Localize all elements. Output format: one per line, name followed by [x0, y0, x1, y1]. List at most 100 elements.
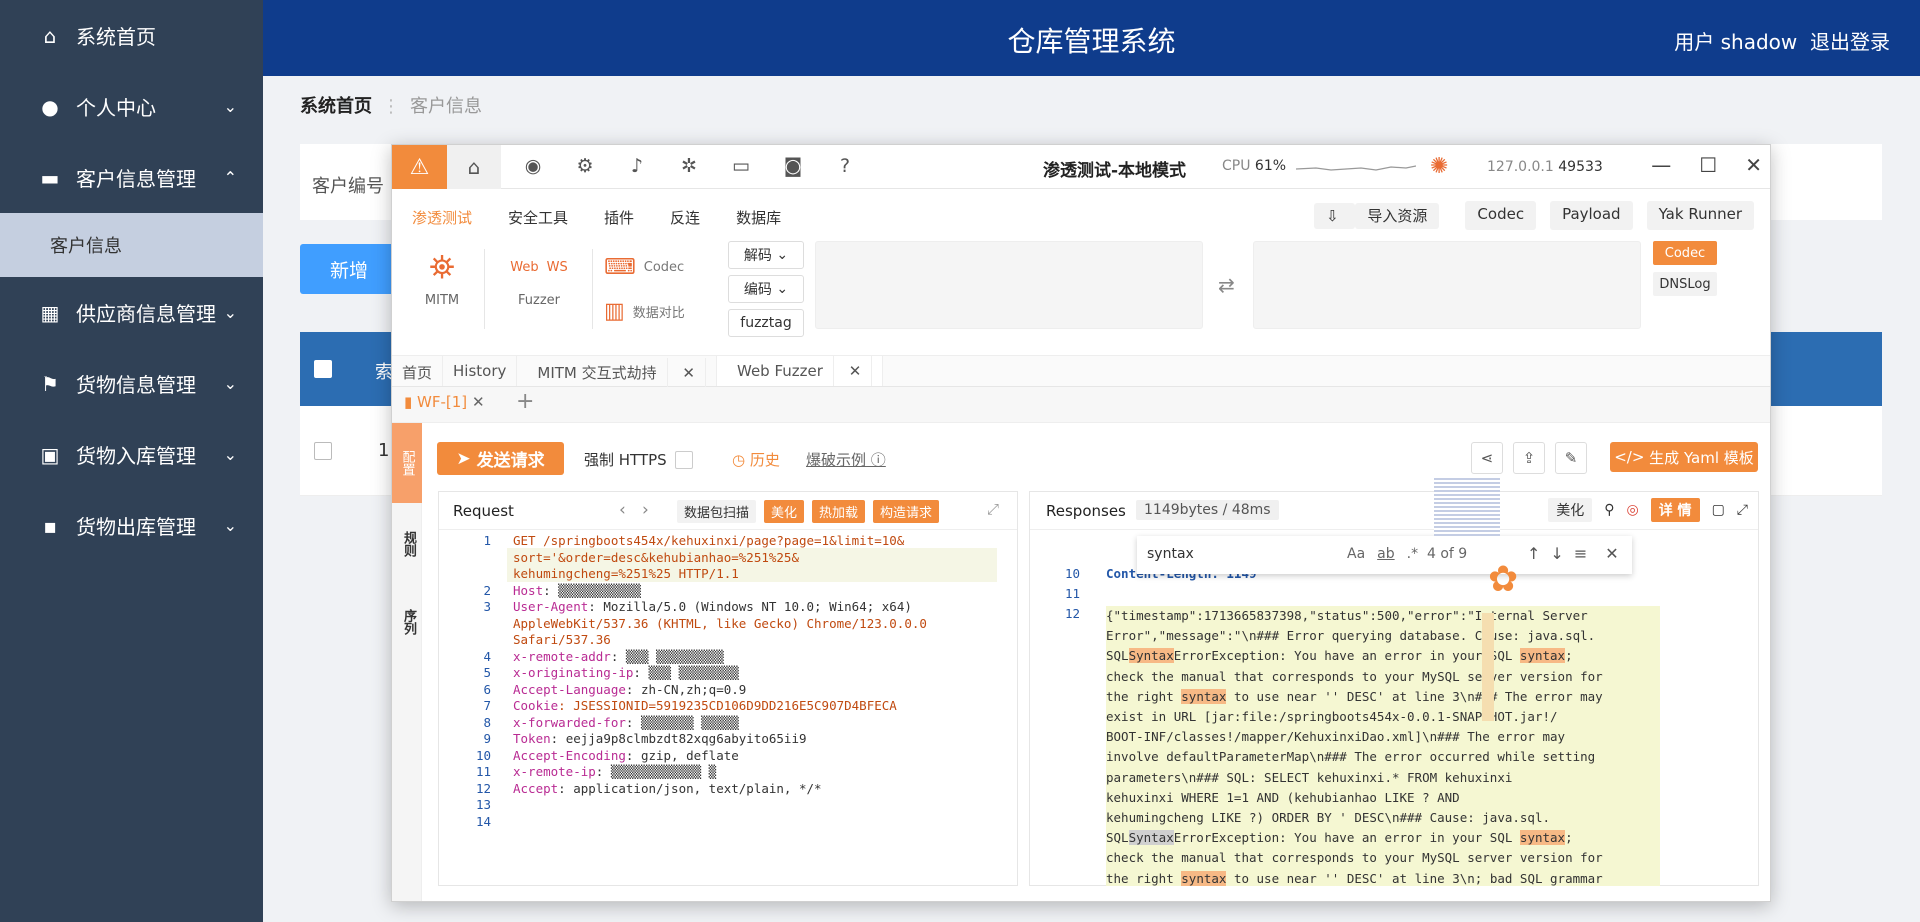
import-icon: ⇩	[1314, 203, 1356, 229]
tab-home[interactable]: 首页	[392, 356, 444, 386]
payload-button[interactable]: Payload	[1550, 201, 1633, 230]
warning-icon[interactable]: ⚠	[392, 145, 447, 189]
engine-icon[interactable]: ✺	[1430, 154, 1448, 179]
rules-tab[interactable]: 规则	[399, 531, 418, 557]
fullscreen-icon[interactable]: ⤢	[987, 500, 999, 518]
sidebar-item-profile[interactable]: ● 个人中心 ⌄	[0, 71, 263, 142]
generate-yaml-button[interactable]: </> 生成 Yaml 模板	[1610, 442, 1758, 472]
match-case-toggle[interactable]: Aa	[1347, 546, 1365, 562]
menu-database[interactable]: 数据库	[736, 207, 781, 228]
sidebar-item-home[interactable]: ⌂ 系统首页	[0, 0, 263, 71]
codec-tag[interactable]: Codec	[1653, 241, 1717, 265]
beautify-button[interactable]: 美化	[764, 500, 805, 523]
close-icon[interactable]: ✕	[1745, 153, 1762, 177]
fullscreen-icon[interactable]: ⤢	[1737, 502, 1748, 518]
sidebar-item-outbound[interactable]: ▪ 货物出库管理 ⌄	[0, 490, 263, 561]
close-icon[interactable]: ✕	[1605, 544, 1618, 563]
beautify-button[interactable]: 美化	[1548, 498, 1593, 522]
close-icon[interactable]: ✕	[672, 358, 706, 388]
request-line: x-forwarded-for: ▒▒▒▒▒▒▒ ▒▒▒▒▒	[513, 714, 739, 730]
new-button[interactable]: 新增	[300, 244, 398, 294]
sidebar-item-customer-mgmt[interactable]: ▬ 客户信息管理 ⌃	[0, 142, 263, 213]
share-icon[interactable]: ⋖	[1471, 442, 1503, 474]
maximize-icon[interactable]: ☐	[1699, 153, 1717, 177]
menu-reverse[interactable]: 反连	[670, 207, 700, 228]
history-button[interactable]: ◷ 历史	[732, 449, 780, 470]
help-icon[interactable]: ?	[830, 155, 860, 177]
codec-tool[interactable]: ⌨ Codec	[604, 255, 684, 280]
build-request-button[interactable]: 构造请求	[873, 500, 940, 523]
camera-icon[interactable]: ◙	[778, 155, 808, 177]
menu-security-tools[interactable]: 安全工具	[508, 207, 568, 228]
mascot-icon: ✿	[1488, 559, 1519, 600]
compare-tool[interactable]: ▥ 数据对比	[604, 299, 685, 324]
swap-icon[interactable]: ⇄	[1218, 273, 1235, 297]
import-resource-button[interactable]: ⇩ 导入资源	[1302, 201, 1451, 230]
terminal-icon[interactable]: ▭	[726, 155, 756, 177]
close-icon[interactable]: ✕	[472, 393, 485, 411]
close-icon[interactable]: ✕	[838, 356, 873, 386]
find-input[interactable]: syntax	[1147, 546, 1194, 562]
sidebar-subitem-customer[interactable]: 客户信息	[0, 213, 263, 277]
request-editor[interactable]: 1 GET /springboots454x/kehuxinxi/page?pag…	[439, 530, 1019, 887]
comment-icon[interactable]: ▢	[1712, 502, 1725, 518]
codec-button[interactable]: Codec	[1465, 201, 1537, 230]
tab-history[interactable]: History	[443, 356, 518, 386]
detail-button[interactable]: 详 情	[1650, 498, 1700, 522]
brute-demo-link[interactable]: 爆破示例 ⓘ	[806, 449, 886, 470]
force-https-checkbox[interactable]	[674, 450, 693, 469]
add-tab-icon[interactable]: +	[516, 389, 534, 414]
minimap[interactable]	[1434, 478, 1500, 538]
minimap-scroll[interactable]	[1482, 613, 1494, 721]
menu-pentest[interactable]: 渗透测试	[412, 207, 472, 228]
hot-reload-button[interactable]: 热加载	[812, 500, 866, 523]
mitm-tool[interactable]: ⛯ MITM	[412, 241, 472, 309]
force-https-label: 强制 HTTPS	[584, 451, 667, 469]
sidebar-item-supplier[interactable]: ▦ 供应商信息管理 ⌄	[0, 277, 263, 348]
prev-icon[interactable]: ‹	[619, 500, 626, 520]
fuzztag-select[interactable]: fuzztag	[728, 309, 804, 337]
response-editor[interactable]: 10 Content-Length: 1149 11 12 {"timestam…	[1030, 530, 1660, 887]
fuzzer-tool[interactable]: Web WS Fuzzer	[494, 241, 584, 309]
codec-input[interactable]	[815, 241, 1203, 329]
tab-web-fuzzer[interactable]: Web Fuzzer ✕	[717, 356, 884, 386]
sidebar-item-goods[interactable]: ⚑ 货物信息管理 ⌄	[0, 348, 263, 419]
subtab-wf1[interactable]: ▮ WF-[1] ✕	[404, 393, 485, 411]
breadcrumb-home[interactable]: 系统首页	[300, 96, 372, 117]
search-icon[interactable]: ⚲	[1604, 502, 1614, 518]
chrome-icon[interactable]: ◎	[1626, 502, 1638, 518]
encode-select[interactable]: 编码 ⌄	[728, 275, 804, 303]
menu-plugins[interactable]: 插件	[604, 207, 634, 228]
ws-fuzzer-icon[interactable]: WS	[547, 260, 568, 275]
selection-icon[interactable]: ≡	[1574, 544, 1587, 563]
logout-link[interactable]: 退出登录	[1810, 30, 1890, 54]
edit-icon[interactable]: ✎	[1555, 442, 1587, 474]
home-icon[interactable]: ⌂	[447, 145, 501, 189]
sequence-tab[interactable]: 序列	[399, 609, 418, 635]
yak-runner-button[interactable]: Yak Runner	[1646, 201, 1754, 230]
config-tab[interactable]: 配置	[392, 423, 422, 503]
codec-output[interactable]	[1253, 241, 1641, 329]
decode-select[interactable]: 解码 ⌄	[728, 241, 804, 269]
web-fuzzer-icon[interactable]: Web	[510, 260, 538, 275]
avatar-icon[interactable]: ◉	[518, 155, 548, 177]
arrow-up-icon[interactable]: ↑	[1527, 544, 1540, 563]
bug-icon[interactable]: ✲	[674, 155, 704, 177]
code-icon: </>	[1614, 448, 1650, 466]
arrow-down-icon[interactable]: ↓	[1550, 544, 1563, 563]
select-all-checkbox[interactable]	[314, 360, 332, 378]
export-icon[interactable]: ⇪	[1513, 442, 1545, 474]
dnslog-tag[interactable]: DNSLog	[1653, 272, 1717, 296]
sidebar-item-inbound[interactable]: ▣ 货物入库管理 ⌄	[0, 419, 263, 490]
response-line: exist in URL [jar:file:/springboots454x-…	[1106, 709, 1558, 725]
regex-toggle[interactable]: .*	[1407, 546, 1418, 562]
tab-mitm[interactable]: MITM 交互式劫持 ✕	[517, 356, 717, 388]
whole-word-toggle[interactable]: ab	[1377, 546, 1394, 562]
gear-icon[interactable]: ⚙	[570, 155, 600, 177]
packet-scan-button[interactable]: 数据包扫描	[677, 500, 757, 523]
send-request-button[interactable]: ➤ 发送请求	[437, 442, 564, 475]
minimize-icon[interactable]: —	[1651, 153, 1671, 177]
bell-icon[interactable]: ♪	[622, 155, 652, 177]
next-icon[interactable]: ›	[642, 500, 649, 520]
row-checkbox[interactable]	[314, 442, 332, 460]
